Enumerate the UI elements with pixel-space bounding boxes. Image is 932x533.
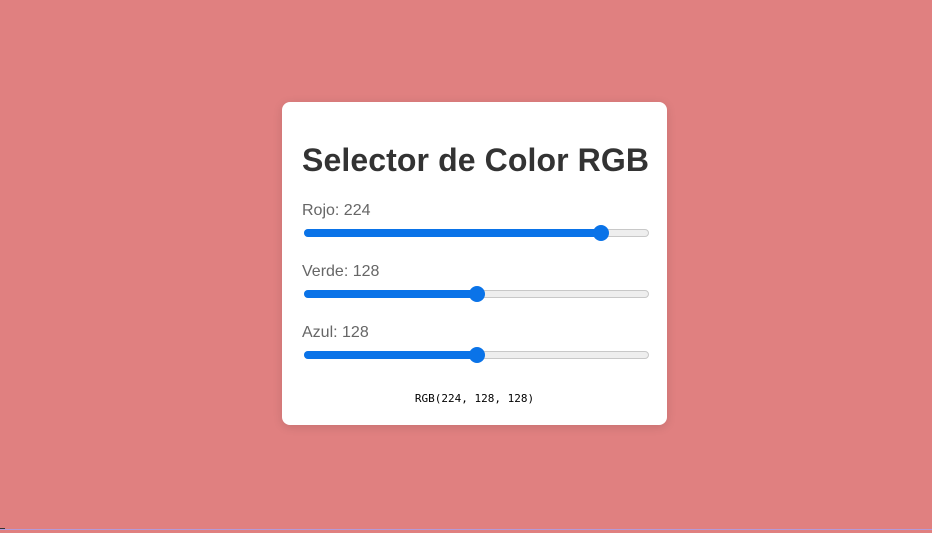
blue-slider-thumb[interactable]	[469, 347, 486, 363]
red-slider-label: Rojo: 224	[302, 202, 371, 219]
green-slider-row: Verde: 128	[302, 263, 649, 302]
green-slider-fill	[304, 290, 478, 298]
corner-mark	[0, 528, 5, 529]
page-background: { "title": "Selector de Color RGB", "sli…	[0, 0, 932, 533]
green-slider-thumb[interactable]	[469, 286, 486, 302]
blue-slider-row: Azul: 128	[302, 324, 649, 363]
rgb-output: RGB(224, 128, 128)	[414, 392, 535, 405]
bottom-divider	[0, 529, 932, 530]
green-value: 128	[352, 263, 380, 280]
blue-slider[interactable]	[304, 347, 649, 363]
green-slider[interactable]	[304, 286, 649, 302]
blue-value: 128	[342, 324, 369, 341]
red-slider-fill	[304, 229, 601, 237]
color-selector-card: Selector de Color RGB Rojo: 224 Verde: 1…	[282, 102, 667, 425]
page-title: Selector de Color RGB	[302, 142, 650, 178]
blue-slider-label: Azul: 128	[302, 324, 369, 341]
red-slider[interactable]	[304, 225, 649, 241]
red-slider-row: Rojo: 224	[302, 202, 649, 241]
red-value: 224	[343, 202, 371, 219]
blue-slider-fill	[304, 351, 478, 359]
green-slider-label: Verde: 128	[302, 263, 380, 280]
red-slider-thumb[interactable]	[593, 225, 609, 241]
